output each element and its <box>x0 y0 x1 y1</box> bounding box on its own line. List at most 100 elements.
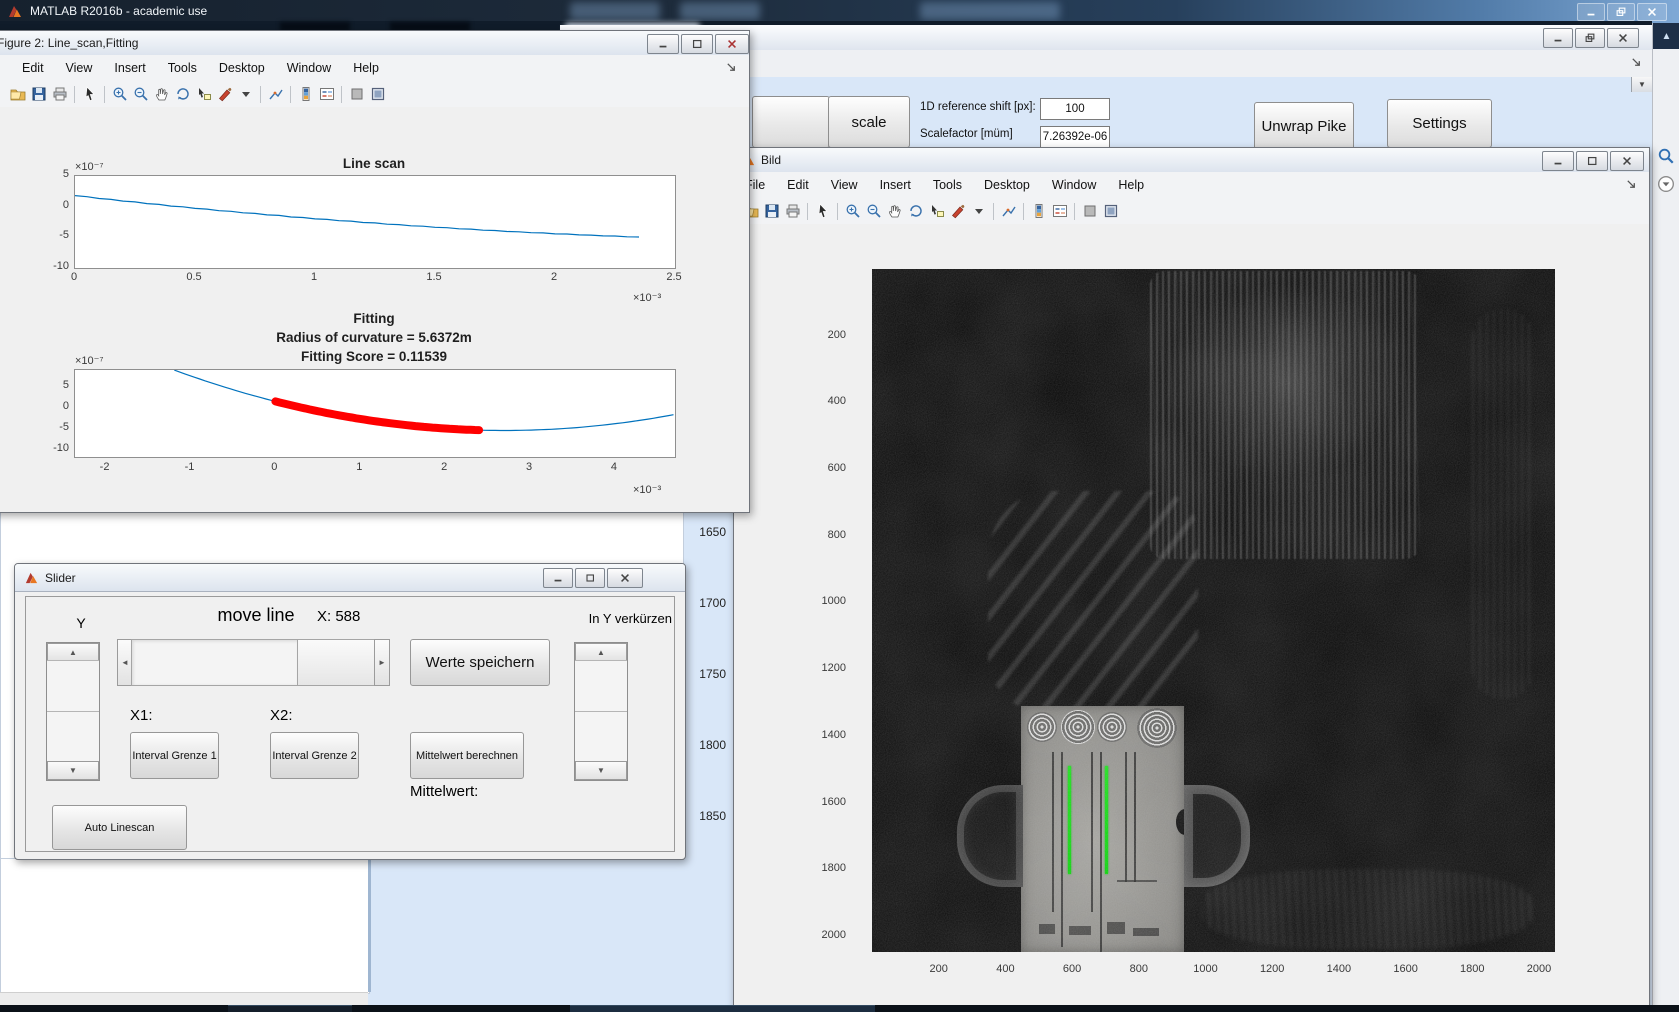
scrollbar-track[interactable] <box>47 660 99 711</box>
menu-help[interactable]: Help <box>1107 178 1155 192</box>
dock-arrow-icon[interactable] <box>1625 178 1639 192</box>
menu-view[interactable]: View <box>820 178 869 192</box>
scroll-down-icon[interactable]: ▼ <box>47 761 99 780</box>
fit-curve <box>174 370 673 430</box>
dock-window-icon[interactable] <box>368 85 387 104</box>
slider-right-arrow[interactable]: ► <box>374 639 390 686</box>
scalefactor-input[interactable]: 7.26392e-06 <box>1040 126 1110 148</box>
menu-tools[interactable]: Tools <box>922 178 973 192</box>
plot1-axes[interactable] <box>74 175 676 269</box>
menu-view[interactable]: View <box>55 61 104 75</box>
interval-grenze-2-button[interactable]: Interval Grenze 2 <box>270 732 359 779</box>
data-cursor-icon[interactable] <box>194 85 213 104</box>
dock-window-icon[interactable] <box>1101 202 1120 221</box>
close-button[interactable] <box>1610 151 1644 171</box>
minimize-button[interactable] <box>647 34 679 54</box>
slider-thumb[interactable] <box>297 639 376 686</box>
brush-menu-icon[interactable] <box>969 202 988 221</box>
restore-button[interactable] <box>1607 3 1635 21</box>
link-plot-icon[interactable] <box>999 202 1018 221</box>
auto-linescan-button[interactable]: Auto Linescan <box>52 805 187 850</box>
colorbar-icon[interactable] <box>1029 202 1048 221</box>
minimize-button[interactable] <box>543 568 573 588</box>
menu-desktop[interactable]: Desktop <box>208 61 276 75</box>
minimize-button[interactable] <box>1577 3 1605 21</box>
scrollbar-track[interactable] <box>575 711 627 762</box>
print-icon[interactable] <box>783 202 802 221</box>
settings-button[interactable]: Settings <box>1387 99 1492 148</box>
colorbar-icon[interactable] <box>296 85 315 104</box>
maximize-button[interactable] <box>1576 151 1608 171</box>
rotate-3d-icon[interactable] <box>173 85 192 104</box>
minimize-button[interactable] <box>1542 151 1574 171</box>
data-cursor-icon[interactable] <box>927 202 946 221</box>
menu-window[interactable]: Window <box>1041 178 1107 192</box>
close-button[interactable] <box>1637 3 1667 21</box>
y-scrollbar[interactable]: ▲ ▼ <box>46 642 100 781</box>
scrollbar-track[interactable] <box>575 660 627 711</box>
collapse-panel-block[interactable]: ▲ <box>1653 23 1679 49</box>
pan-icon[interactable] <box>885 202 904 221</box>
slider-track[interactable] <box>131 639 299 686</box>
menu-tools[interactable]: Tools <box>157 61 208 75</box>
menu-edit[interactable]: Edit <box>776 178 820 192</box>
unwrap-pike-button[interactable]: Unwrap Pike <box>1254 102 1354 150</box>
menu-help[interactable]: Help <box>342 61 390 75</box>
brush-menu-icon[interactable] <box>236 85 255 104</box>
chevron-down-icon[interactable]: ▼ <box>1631 77 1652 92</box>
in-y-scrollbar[interactable]: ▲ ▼ <box>574 642 628 781</box>
interval-grenze-1-button[interactable]: Interval Grenze 1 <box>130 732 219 779</box>
scrollbar-track[interactable] <box>47 711 99 762</box>
zoom-out-icon[interactable] <box>131 85 150 104</box>
bild-titlebar[interactable]: Bild <box>734 148 1649 173</box>
hidden-button[interactable] <box>752 96 830 148</box>
close-button[interactable] <box>1607 28 1639 48</box>
close-button[interactable] <box>607 568 643 588</box>
cursor-icon[interactable] <box>813 202 832 221</box>
search-icon[interactable] <box>1657 147 1675 165</box>
slider-titlebar[interactable]: Slider <box>15 564 685 592</box>
cursor-icon[interactable] <box>80 85 99 104</box>
print-icon[interactable] <box>50 85 69 104</box>
plot2-axes[interactable] <box>74 369 676 458</box>
zoom-out-icon[interactable] <box>864 202 883 221</box>
zoom-in-icon[interactable] <box>843 202 862 221</box>
ref-shift-input[interactable]: 100 <box>1040 98 1110 120</box>
legend-icon[interactable] <box>1050 202 1069 221</box>
pan-icon[interactable] <box>152 85 171 104</box>
minimize-button[interactable] <box>1543 28 1573 48</box>
dock-figure-icon[interactable] <box>1080 202 1099 221</box>
maximize-button[interactable] <box>681 34 713 54</box>
hologram-image[interactable] <box>872 269 1555 952</box>
scroll-down-icon[interactable]: ▼ <box>575 761 627 780</box>
link-plot-icon[interactable] <box>266 85 285 104</box>
plot1-title: Line scan <box>224 156 524 171</box>
open-icon[interactable] <box>8 85 27 104</box>
circled-chevron-icon[interactable] <box>1657 175 1675 193</box>
save-icon[interactable] <box>29 85 48 104</box>
dock-arrow-icon[interactable] <box>1630 56 1644 70</box>
taskbar[interactable] <box>0 1005 1679 1012</box>
brush-icon[interactable] <box>948 202 967 221</box>
restore-button[interactable] <box>1575 28 1605 48</box>
legend-icon[interactable] <box>317 85 336 104</box>
close-button[interactable] <box>715 34 749 54</box>
menu-insert[interactable]: Insert <box>869 178 922 192</box>
zoom-in-icon[interactable] <box>110 85 129 104</box>
save-icon[interactable] <box>762 202 781 221</box>
tick-label: 1 <box>339 461 379 473</box>
brush-icon[interactable] <box>215 85 234 104</box>
figure2-titlebar[interactable]: Figure 2: Line_scan,Fitting <box>0 31 749 56</box>
menu-insert[interactable]: Insert <box>103 61 156 75</box>
menu-window[interactable]: Window <box>276 61 342 75</box>
toolbar-separator <box>104 86 105 103</box>
maximize-button[interactable] <box>575 568 605 588</box>
dock-arrow-icon[interactable] <box>725 61 739 75</box>
scale-button[interactable]: scale <box>828 96 910 148</box>
mittelwert-berechnen-button[interactable]: Mittelwert berechnen <box>410 732 524 779</box>
werte-speichern-button[interactable]: Werte speichern <box>410 639 550 686</box>
menu-edit[interactable]: Edit <box>11 61 55 75</box>
dock-figure-icon[interactable] <box>347 85 366 104</box>
menu-desktop[interactable]: Desktop <box>973 178 1041 192</box>
rotate-3d-icon[interactable] <box>906 202 925 221</box>
